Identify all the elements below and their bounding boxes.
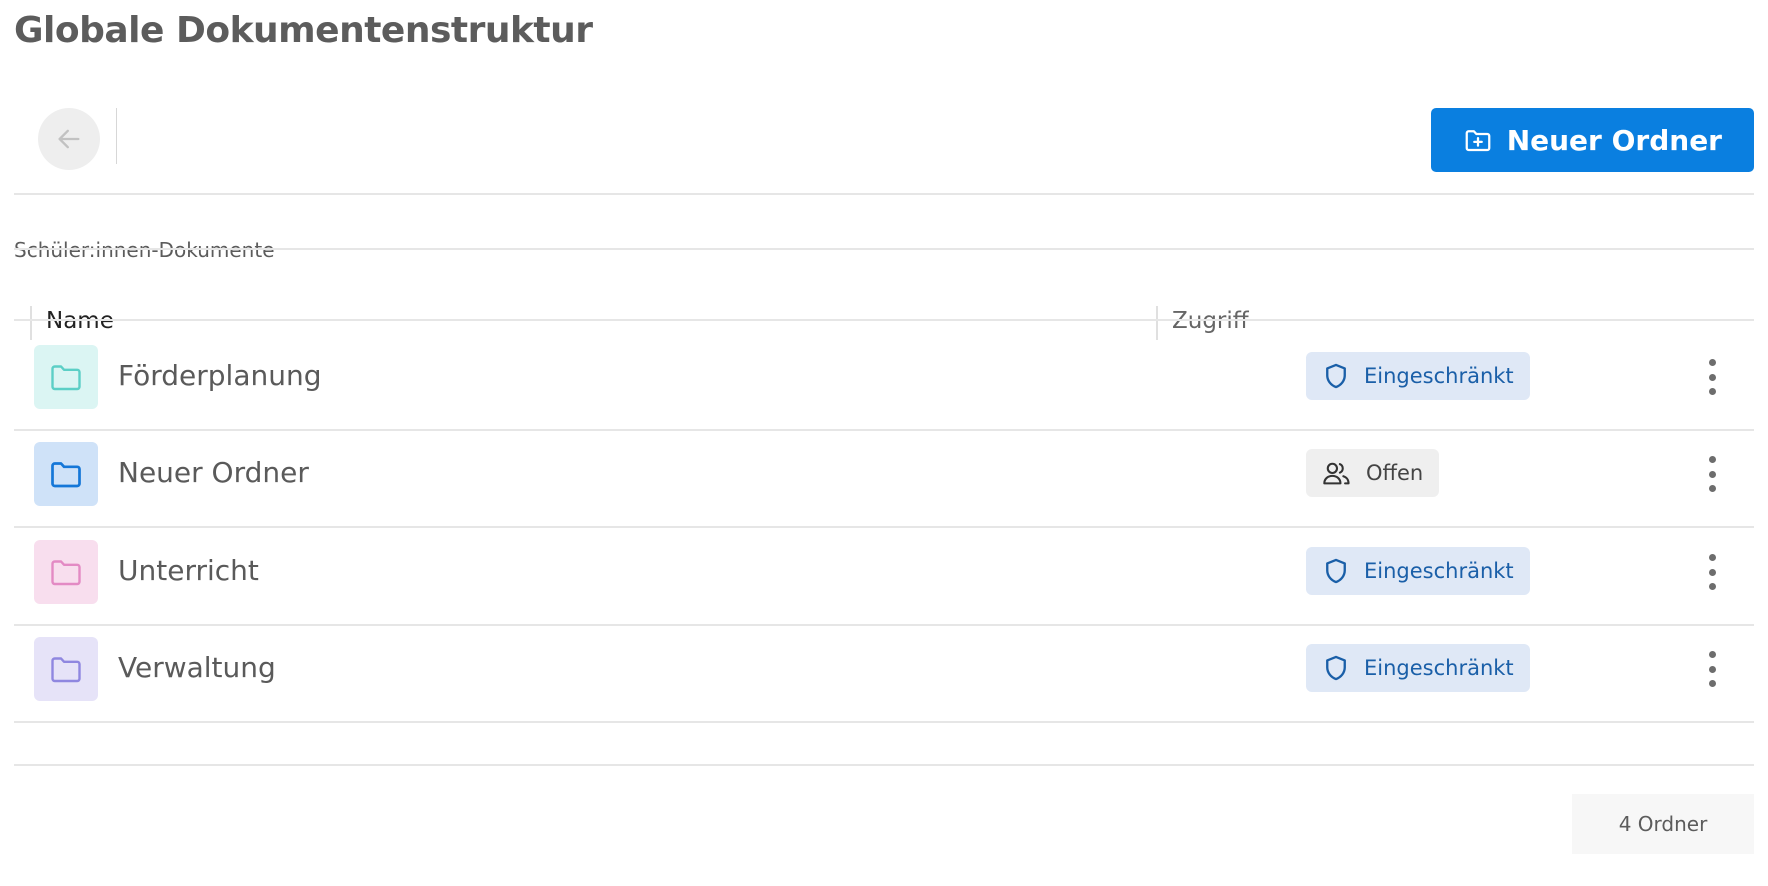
folder-name[interactable]: Unterricht	[118, 554, 259, 587]
access-badge: Offen	[1306, 449, 1440, 497]
folder-tile	[34, 637, 98, 701]
folder-name[interactable]: Neuer Ordner	[118, 456, 309, 489]
new-folder-label: Neuer Ordner	[1506, 123, 1722, 157]
toolbar-divider	[116, 108, 117, 164]
divider	[14, 764, 1754, 766]
shield-icon	[1326, 558, 1346, 584]
shield-icon	[1326, 655, 1346, 681]
folder-count: 4 Ordner	[1572, 794, 1754, 854]
folder-icon	[51, 462, 81, 488]
divider	[14, 193, 1754, 195]
breadcrumb: Schüler:innen-Dokumente	[14, 238, 275, 262]
more-options-icon[interactable]	[1706, 359, 1718, 395]
folder-tile	[34, 540, 98, 604]
folder-icon	[51, 657, 81, 683]
arrow-left-icon	[58, 129, 80, 149]
toolbar: Neuer Ordner	[14, 108, 1754, 194]
folder-tile	[34, 442, 98, 506]
folder-tile	[34, 345, 98, 409]
more-options-icon[interactable]	[1706, 651, 1718, 687]
shield-icon	[1326, 363, 1346, 389]
table-row[interactable]: Verwaltung Eingeschränkt	[14, 613, 1754, 723]
new-folder-button[interactable]: Neuer Ordner	[1430, 108, 1754, 172]
table-row[interactable]: Förderplanung Eingeschränkt	[14, 321, 1754, 431]
access-badge: Eingeschränkt	[1306, 547, 1530, 595]
access-badge: Eingeschränkt	[1306, 644, 1530, 692]
access-label: Eingeschränkt	[1364, 656, 1514, 680]
page-title: Globale Dokumentenstruktur	[14, 10, 593, 51]
more-options-icon[interactable]	[1706, 554, 1718, 590]
folder-name[interactable]: Verwaltung	[118, 651, 276, 684]
more-options-icon[interactable]	[1706, 456, 1718, 492]
access-label: Eingeschränkt	[1364, 559, 1514, 583]
folder-icon	[51, 365, 81, 391]
access-label: Eingeschränkt	[1364, 364, 1514, 388]
folder-name[interactable]: Förderplanung	[118, 359, 322, 392]
users-icon	[1323, 462, 1350, 485]
access-label: Offen	[1366, 461, 1424, 485]
divider	[14, 248, 1754, 250]
table-row[interactable]: Unterricht Eingeschränkt	[14, 516, 1754, 626]
table-row[interactable]: Neuer Ordner Offen	[14, 418, 1754, 528]
folder-icon	[51, 560, 81, 586]
back-button[interactable]	[38, 108, 100, 170]
access-badge: Eingeschränkt	[1306, 352, 1530, 400]
folder-plus-icon	[1465, 130, 1491, 152]
